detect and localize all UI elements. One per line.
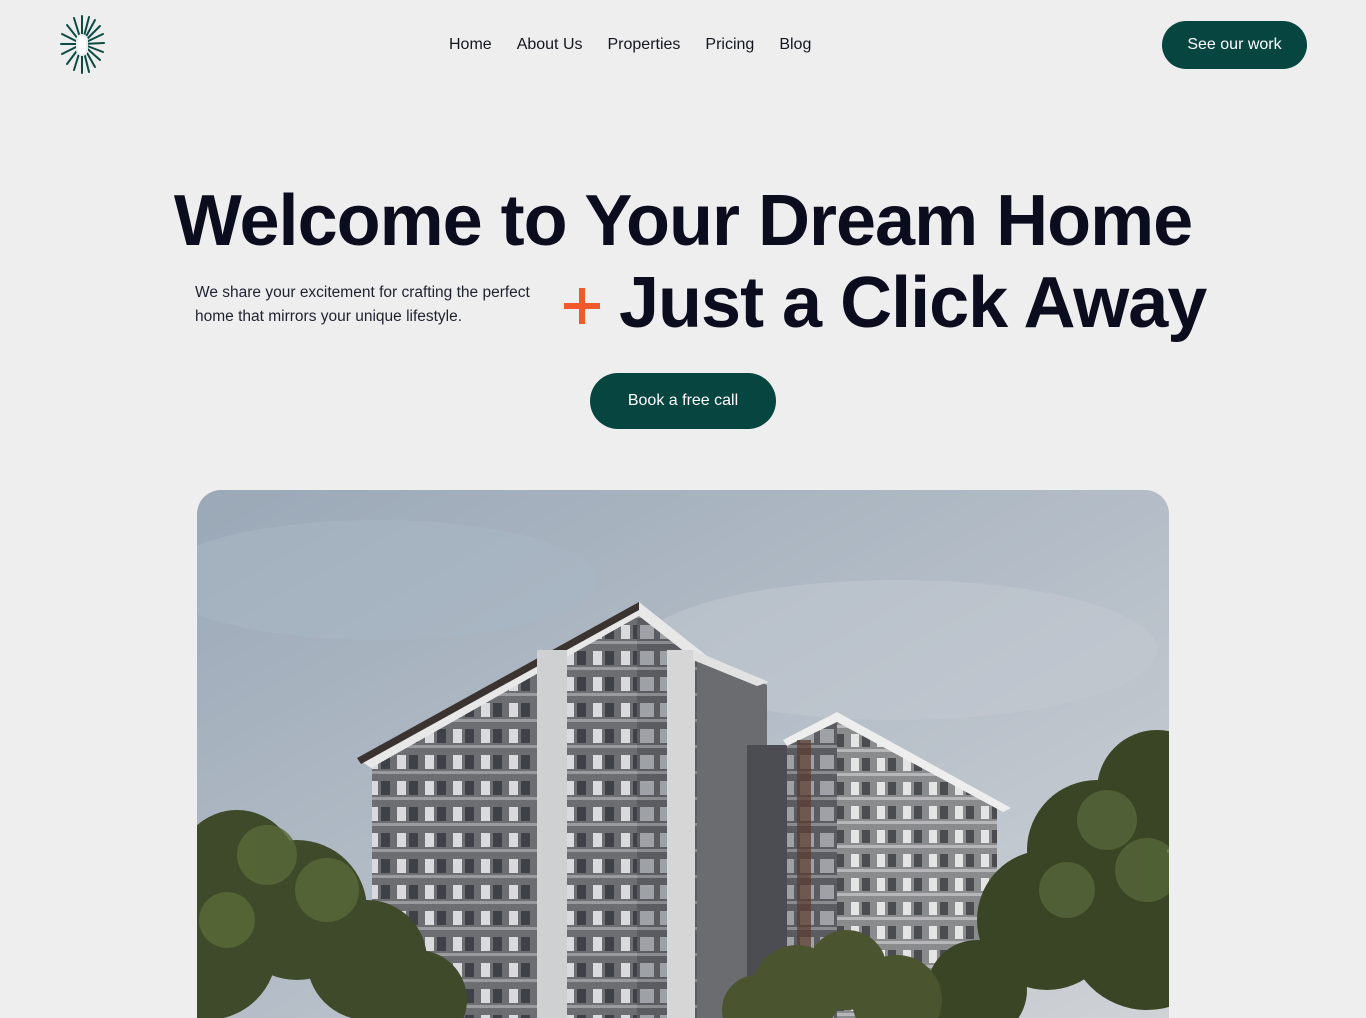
nav-properties[interactable]: Properties — [608, 36, 681, 54]
hero-headline-line1: Welcome to Your Dream Home — [173, 181, 1193, 261]
main-nav: Home About Us Properties Pricing Blog — [449, 36, 811, 54]
nav-home[interactable]: Home — [449, 36, 492, 54]
plus-icon — [562, 280, 602, 328]
hero-headline-line2: Just a Click Away — [619, 263, 1207, 343]
brand-logo-icon[interactable] — [58, 14, 106, 76]
book-free-call-button[interactable]: Book a free call — [590, 373, 776, 429]
nav-pricing[interactable]: Pricing — [705, 36, 754, 54]
residential-towers-illustration — [197, 490, 1169, 1018]
see-our-work-button[interactable]: See our work — [1162, 21, 1307, 69]
nav-about-us[interactable]: About Us — [517, 36, 583, 54]
hero-subtext: We share your excitement for crafting th… — [195, 284, 530, 325]
nav-blog[interactable]: Blog — [779, 36, 811, 54]
hero-image — [197, 490, 1169, 1018]
